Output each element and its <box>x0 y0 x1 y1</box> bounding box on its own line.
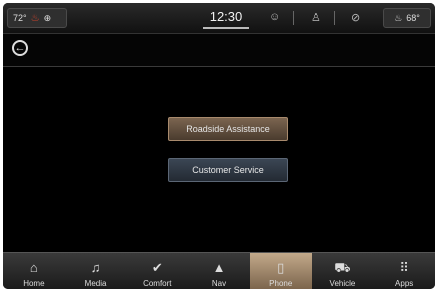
nav-item-comfort[interactable]: ✔ Comfort <box>126 253 188 289</box>
car-icon: ⛟ <box>334 260 351 275</box>
nav-label: Comfort <box>143 279 172 288</box>
roadside-assistance-button[interactable]: Roadside Assistance <box>168 117 288 141</box>
customer-service-button[interactable]: Customer Service <box>168 158 288 182</box>
status-separator <box>334 11 335 25</box>
nav-label: Media <box>84 279 107 288</box>
music-note-icon: ♫ <box>90 260 101 275</box>
back-arrow-icon[interactable]: ← <box>12 40 28 56</box>
nav-label: Apps <box>395 279 414 288</box>
nav-item-home[interactable]: ⌂ Home <box>3 253 65 289</box>
status-separator <box>293 11 294 25</box>
driver-climate-button[interactable]: 72° ♨ ⊕ <box>7 8 67 28</box>
clock-underline <box>203 27 249 29</box>
infotainment-screen: 72° ♨ ⊕ 12:30 ☺ ♙ ⊘ ♨ 68° ← Roadside Ass… <box>3 3 435 289</box>
nav-label: Nav <box>211 279 227 288</box>
nav-item-media[interactable]: ♫ Media <box>65 253 127 289</box>
nav-label: Phone <box>269 279 293 288</box>
navigation-arrow-icon: ▲ <box>212 260 226 275</box>
nav-item-apps[interactable]: ⠿ Apps <box>373 253 435 289</box>
apps-grid-icon: ⠿ <box>399 260 409 275</box>
nav-item-phone[interactable]: ▯ Phone <box>249 253 312 289</box>
passenger-temperature: 68° <box>406 13 420 23</box>
nav-label: Vehicle <box>329 279 356 288</box>
phone-icon: ▯ <box>277 260 285 275</box>
nav-item-nav[interactable]: ▲ Nav <box>188 253 250 289</box>
heated-steering-icon: ⊕ <box>43 12 52 23</box>
bottom-nav: ⌂ Home ♫ Media ✔ Comfort ▲ Nav ▯ Phone ⛟… <box>3 252 435 289</box>
driver-profile-icon: ☺ <box>269 11 281 23</box>
passenger-climate-button[interactable]: ♨ 68° <box>383 8 431 28</box>
heated-seat-icon: ♨ <box>30 12 40 24</box>
no-signal-icon: ⊘ <box>351 12 361 24</box>
seat-heat-icon: ✔ <box>151 260 163 275</box>
passenger-seat-icon: ♨ <box>394 12 403 23</box>
driver-temperature: 72° <box>13 13 27 23</box>
status-bar: 72° ♨ ⊕ 12:30 ☺ ♙ ⊘ ♨ 68° <box>3 3 435 34</box>
clock: 12:30 <box>209 9 243 24</box>
nav-item-vehicle[interactable]: ⛟ Vehicle <box>312 253 374 289</box>
home-icon: ⌂ <box>29 260 38 275</box>
nav-label: Home <box>23 279 45 288</box>
user-icon: ♙ <box>311 12 321 24</box>
title-bar: ← <box>3 34 435 67</box>
